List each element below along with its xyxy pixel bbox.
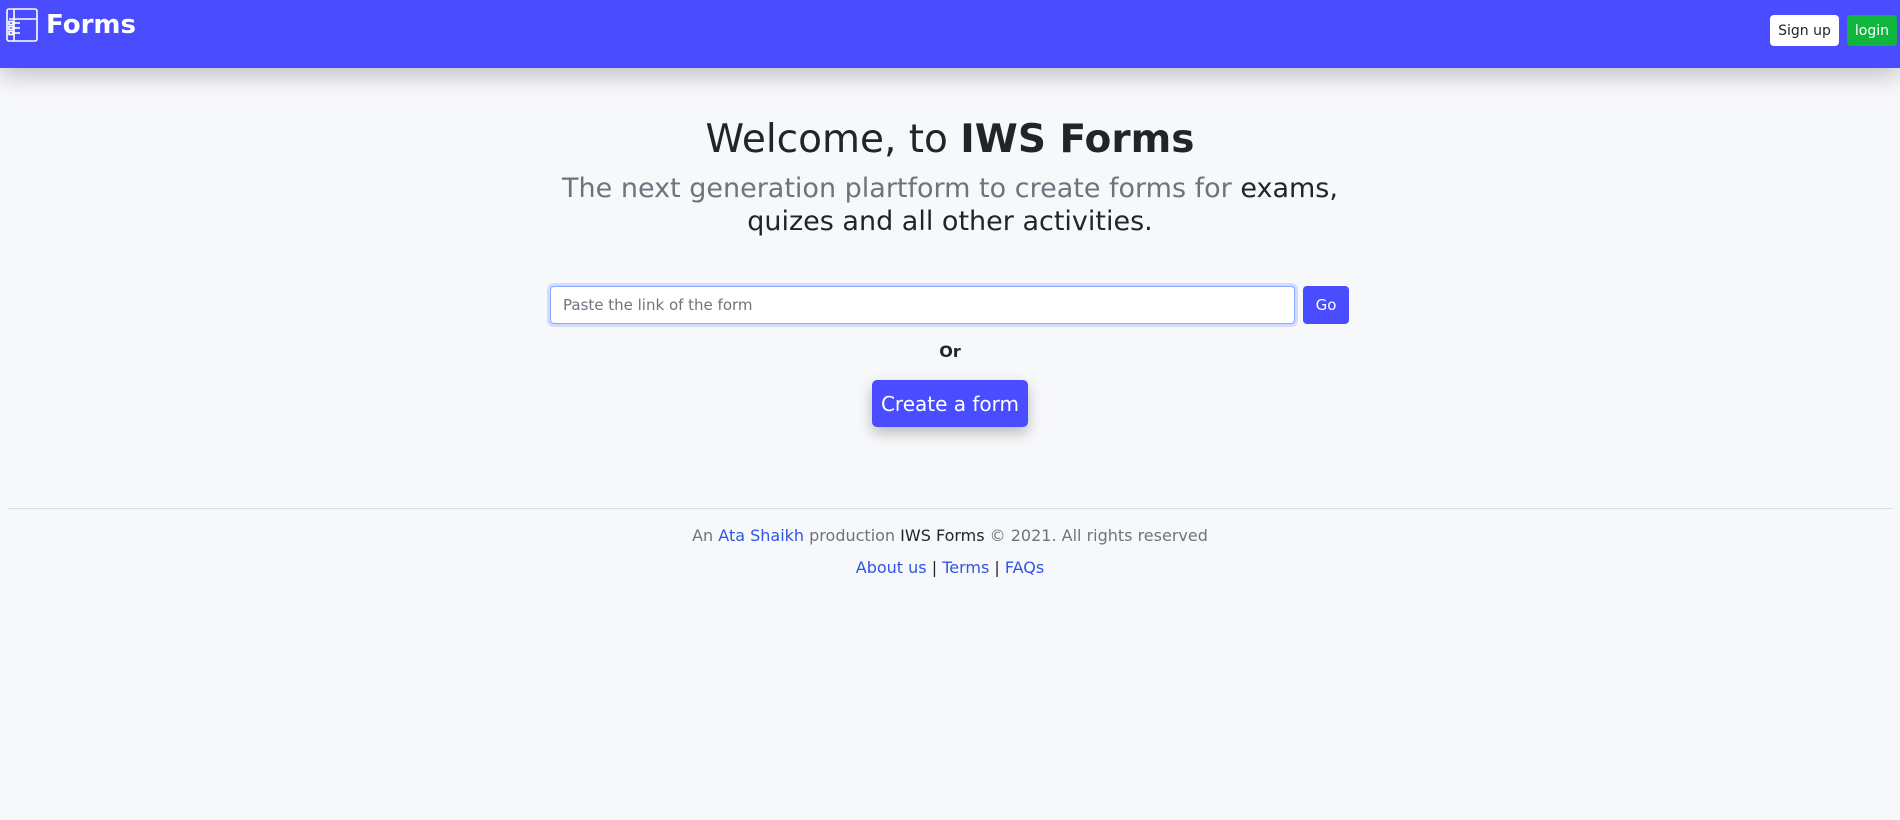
author-link[interactable]: Ata Shaikh [718, 526, 804, 545]
go-button[interactable]: Go [1303, 286, 1349, 324]
brand-name: Forms [46, 10, 136, 40]
form-link-input[interactable] [550, 286, 1295, 324]
nav-buttons: Sign up login [1770, 15, 1897, 46]
sign-up-button[interactable]: Sign up [1770, 15, 1839, 46]
footer-credits: An Ata Shaikh production IWS Forms © 202… [0, 526, 1900, 545]
title-prefix: Welcome, to [705, 117, 961, 162]
form-list-icon [6, 8, 38, 42]
footer-links: About us | Terms | FAQs [0, 558, 1900, 577]
or-separator: Or [939, 342, 961, 361]
form-link-row: Go [550, 286, 1349, 324]
footer-prefix: An [692, 526, 719, 545]
subtitle-muted: The next generation plartform to create … [562, 173, 1241, 204]
footer-suffix: © 2021. All rights reserved [984, 526, 1208, 545]
footer-middle: production [804, 526, 901, 545]
create-form-wrap: Create a form [0, 380, 1900, 427]
link-separator: | [926, 558, 943, 577]
terms-link[interactable]: Terms [942, 558, 989, 577]
brand-link[interactable]: Forms [6, 8, 136, 42]
create-form-button[interactable]: Create a form [872, 380, 1028, 427]
link-separator: | [989, 558, 1005, 577]
faqs-link[interactable]: FAQs [1005, 558, 1044, 577]
footer-divider [7, 508, 1893, 509]
about-us-link[interactable]: About us [856, 558, 927, 577]
page-subtitle: The next generation plartform to create … [540, 172, 1360, 238]
login-button[interactable]: login [1846, 15, 1897, 46]
hero-section: Welcome, to IWS Forms The next generatio… [0, 112, 1900, 238]
top-navbar: Forms Sign up login [0, 0, 1900, 68]
page-title: Welcome, to IWS Forms [0, 112, 1900, 168]
footer-product: IWS Forms [900, 526, 985, 545]
title-brand: IWS Forms [960, 117, 1195, 162]
